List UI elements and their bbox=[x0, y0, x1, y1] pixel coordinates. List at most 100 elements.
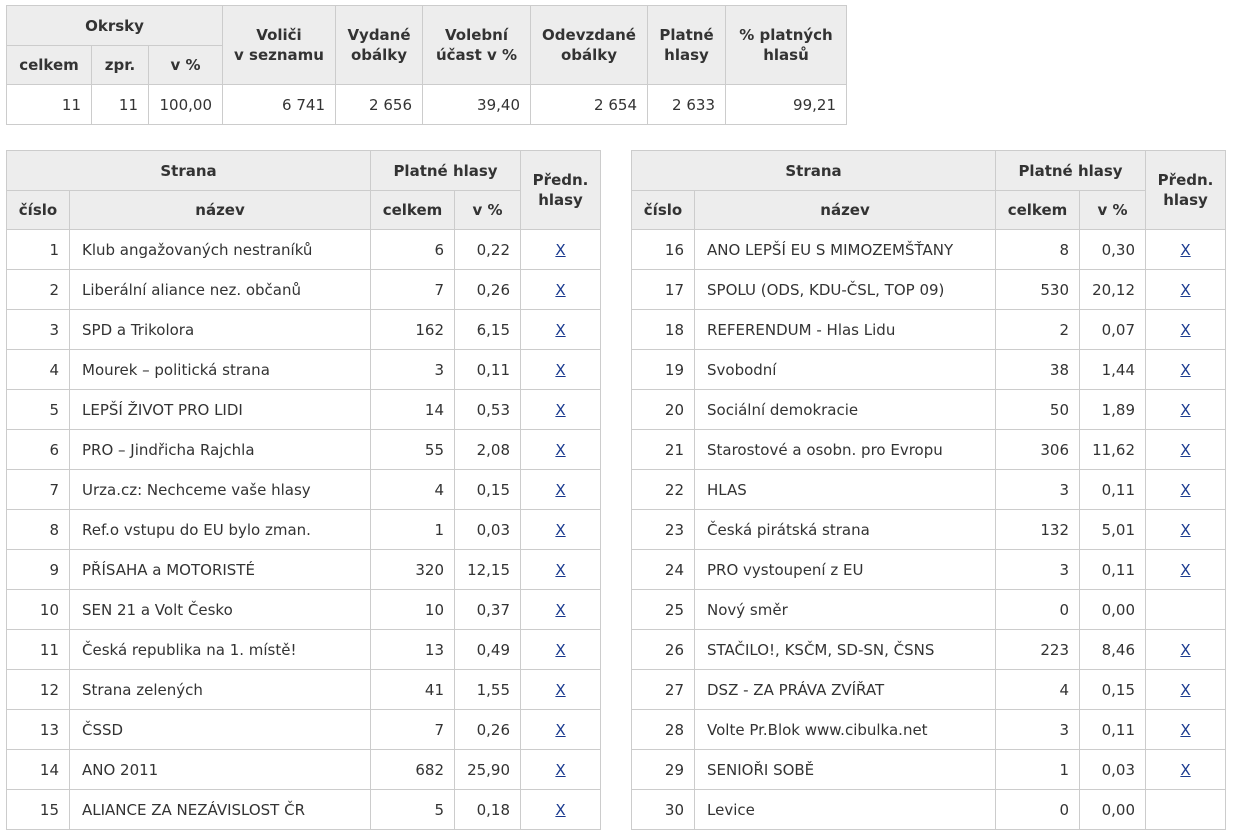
preferential-votes-link[interactable]: X bbox=[555, 561, 565, 579]
platne-hlasy-value: 2 633 bbox=[647, 84, 726, 125]
party-name: ANO LEPŠÍ EU S MIMOZEMŠŤANY bbox=[693, 229, 997, 270]
party-name: SPOLU (ODS, KDU-ČSL, TOP 09) bbox=[693, 269, 997, 310]
party-row: 29 SENIOŘI SOBĚ 1 0,03 X bbox=[631, 749, 1227, 790]
party-row: 20 Sociální demokracie 50 1,89 X bbox=[631, 389, 1227, 430]
party-name: Česká republika na 1. místě! bbox=[68, 629, 372, 670]
preferential-votes-link[interactable]: X bbox=[555, 601, 565, 619]
preferential-votes-link[interactable]: X bbox=[555, 401, 565, 419]
party-number: 14 bbox=[6, 749, 70, 790]
party-votes-percent: 0,11 bbox=[1079, 549, 1147, 590]
party-number: 30 bbox=[631, 789, 695, 830]
party-votes-total: 41 bbox=[370, 669, 456, 710]
party-votes-total: 3 bbox=[995, 709, 1081, 750]
preferential-votes-link[interactable]: X bbox=[1180, 561, 1190, 579]
party-votes-percent: 12,15 bbox=[454, 549, 522, 590]
party-votes-total: 50 bbox=[995, 389, 1081, 430]
party-name: PRO – Jindřicha Rajchla bbox=[68, 429, 372, 470]
preferential-votes-link[interactable]: X bbox=[555, 321, 565, 339]
preferential-votes-link[interactable]: X bbox=[555, 641, 565, 659]
preferential-votes-cell: X bbox=[1145, 549, 1227, 590]
party-name: Klub angažovaných nestraníků bbox=[68, 229, 372, 270]
okrsky-pct-value: 100,00 bbox=[148, 84, 223, 125]
okrsky-celkem-header: celkem bbox=[6, 45, 92, 85]
preferential-votes-link[interactable]: X bbox=[1180, 761, 1190, 779]
party-name: Starostové a osobn. pro Evropu bbox=[693, 429, 997, 470]
party-number: 18 bbox=[631, 309, 695, 350]
party-name: Svobodní bbox=[693, 349, 997, 390]
okrsky-zpr-header: zpr. bbox=[91, 45, 149, 85]
preferential-votes-link[interactable]: X bbox=[1180, 241, 1190, 259]
party-number: 9 bbox=[6, 549, 70, 590]
party-votes-total: 10 bbox=[370, 589, 456, 630]
party-row: 15 ALIANCE ZA NEZÁVISLOST ČR 5 0,18 X bbox=[6, 789, 602, 830]
preferential-votes-link[interactable]: X bbox=[555, 241, 565, 259]
party-number: 10 bbox=[6, 589, 70, 630]
preferential-votes-link[interactable]: X bbox=[555, 521, 565, 539]
party-row: 23 Česká pirátská strana 132 5,01 X bbox=[631, 509, 1227, 550]
party-votes-percent: 0,15 bbox=[454, 469, 522, 510]
preferential-votes-link[interactable]: X bbox=[1180, 441, 1190, 459]
party-name: ALIANCE ZA NEZÁVISLOST ČR bbox=[68, 789, 372, 830]
party-votes-percent: 0,11 bbox=[1079, 709, 1147, 750]
preferential-votes-link[interactable]: X bbox=[555, 721, 565, 739]
preferential-votes-link[interactable]: X bbox=[1180, 321, 1190, 339]
preferential-votes-link[interactable]: X bbox=[555, 441, 565, 459]
preferential-votes-link[interactable]: X bbox=[1180, 641, 1190, 659]
preferential-votes-cell: X bbox=[520, 229, 602, 270]
party-number: 29 bbox=[631, 749, 695, 790]
preferential-votes-link[interactable]: X bbox=[1180, 521, 1190, 539]
party-votes-total: 55 bbox=[370, 429, 456, 470]
party-name: Strana zelených bbox=[68, 669, 372, 710]
party-number: 3 bbox=[6, 309, 70, 350]
party-number: 23 bbox=[631, 509, 695, 550]
party-name: LEPŠÍ ŽIVOT PRO LIDI bbox=[68, 389, 372, 430]
nazev-header: název bbox=[693, 190, 997, 230]
party-number: 2 bbox=[6, 269, 70, 310]
preferential-votes-link[interactable]: X bbox=[1180, 401, 1190, 419]
party-votes-percent: 8,46 bbox=[1079, 629, 1147, 670]
preferential-votes-cell: X bbox=[520, 749, 602, 790]
preferential-votes-link[interactable]: X bbox=[1180, 681, 1190, 699]
party-votes-percent: 25,90 bbox=[454, 749, 522, 790]
preferential-votes-link[interactable]: X bbox=[1180, 281, 1190, 299]
party-row: 2 Liberální aliance nez. občanů 7 0,26 X bbox=[6, 269, 602, 310]
preferential-votes-link[interactable]: X bbox=[555, 801, 565, 819]
party-row: 4 Mourek – politická strana 3 0,11 X bbox=[6, 349, 602, 390]
party-votes-total: 682 bbox=[370, 749, 456, 790]
party-votes-total: 306 bbox=[995, 429, 1081, 470]
party-number: 21 bbox=[631, 429, 695, 470]
preferential-votes-link[interactable]: X bbox=[555, 361, 565, 379]
preferential-votes-link[interactable]: X bbox=[1180, 721, 1190, 739]
party-votes-total: 132 bbox=[995, 509, 1081, 550]
party-number: 5 bbox=[6, 389, 70, 430]
okrsky-celkem-value: 11 bbox=[6, 84, 92, 125]
party-rows-left: 1 Klub angažovaných nestraníků 6 0,22 X 2 Libe… bbox=[6, 229, 602, 830]
party-row: 9 PŘÍSAHA a MOTORISTÉ 320 12,15 X bbox=[6, 549, 602, 590]
preferential-votes-link[interactable]: X bbox=[555, 281, 565, 299]
prednostni-hlasy-header: Předn. hlasy bbox=[1145, 150, 1227, 230]
preferential-votes-link[interactable]: X bbox=[555, 481, 565, 499]
party-number: 17 bbox=[631, 269, 695, 310]
party-row: 3 SPD a Trikolora 162 6,15 X bbox=[6, 309, 602, 350]
party-number: 26 bbox=[631, 629, 695, 670]
party-number: 11 bbox=[6, 629, 70, 670]
strana-header: Strana bbox=[630, 150, 997, 191]
preferential-votes-cell: X bbox=[520, 269, 602, 310]
preferential-votes-link[interactable]: X bbox=[1180, 481, 1190, 499]
preferential-votes-link[interactable]: X bbox=[555, 761, 565, 779]
platne-hlasy-header: Platné hlasy bbox=[995, 150, 1147, 191]
party-number: 19 bbox=[631, 349, 695, 390]
preferential-votes-cell: X bbox=[1145, 669, 1227, 710]
party-votes-total: 3 bbox=[995, 469, 1081, 510]
party-name: PRO vystoupení z EU bbox=[693, 549, 997, 590]
party-row: 19 Svobodní 38 1,44 X bbox=[631, 349, 1227, 390]
party-votes-total: 5 bbox=[370, 789, 456, 830]
party-votes-percent: 0,26 bbox=[454, 709, 522, 750]
party-row: 26 STAČILO!, KSČM, SD-SN, ČSNS 223 8,46 X bbox=[631, 629, 1227, 670]
party-row: 7 Urza.cz: Nechceme vaše hlasy 4 0,15 X bbox=[6, 469, 602, 510]
preferential-votes-link[interactable]: X bbox=[1180, 361, 1190, 379]
party-number: 28 bbox=[631, 709, 695, 750]
preferential-votes-link[interactable]: X bbox=[555, 681, 565, 699]
party-votes-percent: 0,53 bbox=[454, 389, 522, 430]
preferential-votes-cell: X bbox=[1145, 269, 1227, 310]
